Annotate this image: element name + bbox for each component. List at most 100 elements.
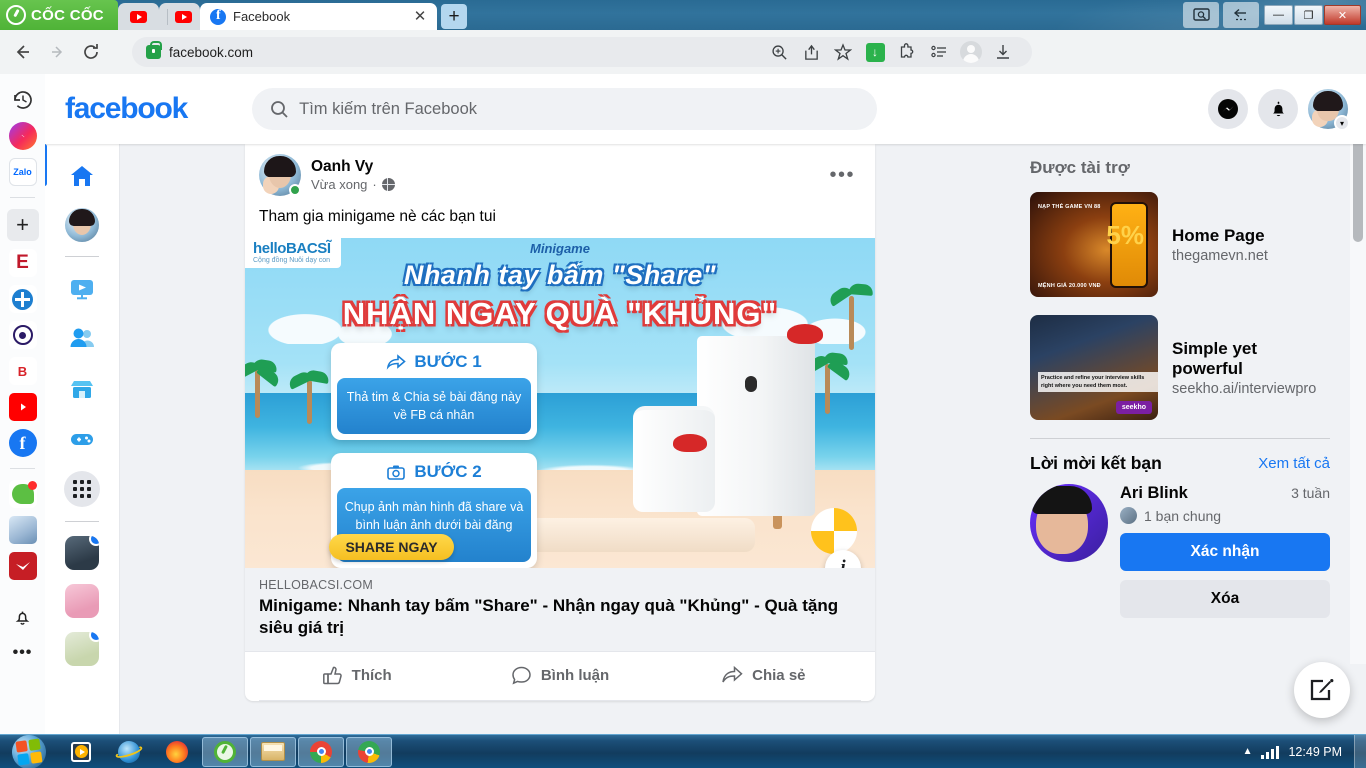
post-link-card[interactable]: HELLOBACSI.COM Minigame: Nhanh tay bấm "…	[245, 568, 875, 653]
zoom-icon[interactable]	[764, 37, 794, 67]
post-author-avatar[interactable]	[259, 154, 301, 196]
delete-friend-button[interactable]: Xóa	[1120, 580, 1330, 618]
compose-message-button[interactable]	[1294, 662, 1350, 718]
taskbar-chrome-1[interactable]	[298, 736, 344, 767]
facebook-app-icon[interactable]: f	[8, 429, 37, 457]
screenshot-icon[interactable]	[1183, 2, 1219, 28]
sponsored-thumbnail[interactable]: NẠP THẺ GAME VN 88 5% MỆNH GIÁ 20.000 VN…	[1030, 192, 1158, 297]
reading-list-icon[interactable]	[924, 37, 954, 67]
sponsored-thumbnail[interactable]: Practice and refine your interview skill…	[1030, 315, 1158, 420]
tab-youtube-2[interactable]	[159, 3, 200, 30]
vietnam-app-icon[interactable]	[8, 552, 37, 580]
post-image[interactable]: helloBACSĨ Cộng đồng Nuôi dạy con Miniga…	[245, 238, 875, 568]
messenger-button[interactable]	[1208, 89, 1248, 129]
like-button[interactable]: Thích	[255, 656, 458, 694]
network-signal-icon[interactable]	[1261, 745, 1280, 759]
taskbar-clock[interactable]: 12:49 PM	[1288, 745, 1342, 759]
taskbar-firefox[interactable]	[154, 737, 200, 767]
post-header: Oanh Vy Vừa xong · •••	[245, 144, 875, 202]
address-bar[interactable]: facebook.com ↓	[132, 37, 1032, 67]
messenger-icon[interactable]	[8, 122, 37, 150]
sidebar-item-gaming[interactable]	[64, 421, 100, 457]
reload-button[interactable]	[76, 37, 106, 67]
lock-icon	[146, 41, 162, 59]
user-avatar-button[interactable]: ▾	[1308, 89, 1350, 131]
b-app-icon[interactable]: B	[8, 357, 37, 385]
downloads-icon[interactable]	[988, 37, 1018, 67]
taskbar-media-player[interactable]	[58, 737, 104, 767]
download-accelerator-icon[interactable]: ↓	[860, 37, 890, 67]
zalo-icon[interactable]: Zalo	[8, 158, 37, 186]
sidebar-shortcut-3[interactable]	[65, 632, 99, 666]
palm-tree	[803, 350, 853, 414]
tab-close-icon[interactable]: ✕	[411, 8, 429, 26]
sidebar-item-home[interactable]	[64, 158, 100, 194]
profile-avatar-icon[interactable]	[956, 37, 986, 67]
window-minimize-button[interactable]: —	[1264, 5, 1293, 25]
search-input[interactable]: Tìm kiếm trên Facebook	[252, 88, 878, 130]
facebook-logo[interactable]: facebook	[65, 92, 188, 126]
globe-app-icon[interactable]	[8, 285, 37, 313]
new-tab-button[interactable]: +	[441, 4, 467, 29]
sidebar-item-watch[interactable]	[64, 271, 100, 307]
ebank-icon[interactable]: E	[8, 249, 37, 277]
sidebar-shortcut-1[interactable]	[65, 536, 99, 570]
at-app-icon[interactable]	[8, 321, 37, 349]
friend-request-avatar[interactable]	[1030, 484, 1108, 562]
tab-youtube-1[interactable]	[118, 3, 159, 30]
taskbar-file-explorer[interactable]	[250, 736, 296, 767]
sidebar-item-profile[interactable]	[65, 208, 99, 242]
window-controls: — ❐ ✕	[1183, 0, 1366, 30]
bookmark-star-icon[interactable]	[828, 37, 858, 67]
back-button[interactable]	[8, 37, 38, 67]
desktop-window: CỐC CỐC Facebook ✕ + —	[0, 0, 1366, 768]
taskbar-internet-explorer[interactable]	[106, 737, 152, 767]
chevron-down-icon[interactable]: ▾	[1334, 115, 1350, 131]
share-button[interactable]: Chia sẻ	[662, 656, 865, 694]
add-app-icon[interactable]: +	[6, 209, 39, 241]
forward-button[interactable]	[42, 37, 72, 67]
ad-step-1-title: BƯỚC 1	[337, 349, 531, 378]
friend-request-name[interactable]: Ari Blink	[1120, 484, 1188, 503]
sidebar-toggle-icon[interactable]	[1223, 2, 1259, 28]
sidebar-item-marketplace[interactable]	[64, 371, 100, 407]
browser-nav-bar: facebook.com ↓	[0, 30, 1366, 74]
ad-podium	[525, 518, 755, 552]
tray-expand-icon[interactable]: ▲	[1243, 746, 1253, 757]
see-all-link[interactable]: Xem tất cả	[1258, 455, 1330, 472]
sidebar-item-groups[interactable]	[64, 321, 100, 357]
start-button[interactable]	[2, 732, 56, 768]
sponsored-item[interactable]: Practice and refine your interview skill…	[1030, 315, 1330, 420]
post-options-button[interactable]: •••	[829, 164, 861, 187]
green-app-icon[interactable]	[8, 480, 37, 508]
tab-facebook[interactable]: Facebook ✕	[200, 3, 437, 30]
friend-request-mutual: 1 bạn chung	[1120, 507, 1330, 524]
sponsored-item[interactable]: NẠP THẺ GAME VN 88 5% MỆNH GIÁ 20.000 VN…	[1030, 192, 1330, 297]
taskbar-coccoc[interactable]	[202, 736, 248, 767]
youtube-app-icon[interactable]	[8, 393, 37, 421]
sidebar-shortcut-2[interactable]	[65, 584, 99, 618]
ad-share-now-button[interactable]: SHARE NGAY	[329, 534, 454, 560]
sponsored-name[interactable]: Simple yet powerful	[1172, 339, 1330, 379]
show-desktop-button[interactable]	[1354, 734, 1366, 768]
history-icon[interactable]	[9, 86, 37, 114]
coccoc-brand-button[interactable]: CỐC CỐC	[0, 0, 118, 30]
confirm-friend-button[interactable]: Xác nhận	[1120, 533, 1330, 571]
anime-app-icon[interactable]	[8, 516, 37, 544]
post-text: Tham gia minigame nè các bạn tui	[259, 208, 496, 225]
notifications-bell-icon[interactable]	[9, 603, 37, 631]
post-author-name[interactable]: Oanh Vy	[311, 158, 395, 176]
window-close-button[interactable]: ✕	[1324, 5, 1361, 25]
sidebar-item-see-more[interactable]	[64, 471, 100, 507]
notifications-button[interactable]	[1258, 89, 1298, 129]
more-options-icon[interactable]: •••	[9, 639, 37, 667]
share-icon[interactable]	[796, 37, 826, 67]
extensions-icon[interactable]	[892, 37, 922, 67]
sponsored-thumb-caption: Practice and refine your interview skill…	[1038, 371, 1158, 392]
page-scrollbar[interactable]	[1350, 74, 1366, 664]
comment-button[interactable]: Bình luận	[458, 656, 661, 694]
tab-strip: Facebook ✕ +	[118, 3, 467, 30]
sponsored-name[interactable]: Home Page	[1172, 226, 1268, 246]
window-maximize-button[interactable]: ❐	[1294, 5, 1323, 25]
taskbar-chrome-2[interactable]	[346, 736, 392, 767]
